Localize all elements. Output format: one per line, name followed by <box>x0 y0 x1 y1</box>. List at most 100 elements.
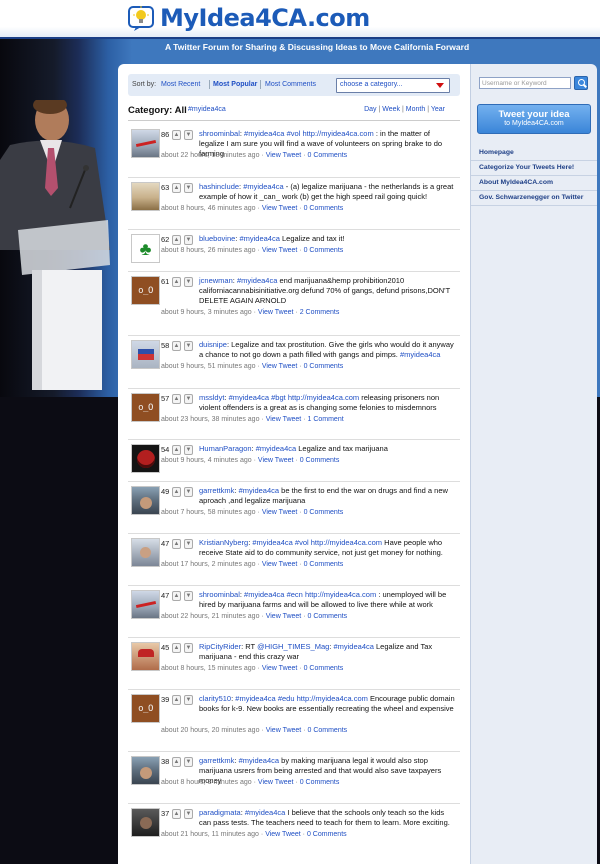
comments-link[interactable]: 0 Comments <box>307 613 347 620</box>
tweet-username[interactable]: clarity510 <box>199 694 231 703</box>
thumbs-down-icon[interactable]: ▼ <box>184 643 193 653</box>
user-avatar[interactable] <box>131 590 160 619</box>
comments-link[interactable]: 2 Comments <box>300 309 340 316</box>
thumbs-down-icon[interactable]: ▼ <box>184 539 193 549</box>
tweet-username[interactable]: hashinclude <box>199 182 239 191</box>
view-tweet-link[interactable]: View Tweet <box>258 457 294 464</box>
tweet-username[interactable]: jcnewman <box>199 276 233 285</box>
sidebar-link-homepage[interactable]: Homepage <box>471 146 597 161</box>
period-week[interactable]: Week <box>382 106 400 113</box>
thumbs-up-icon[interactable]: ▲ <box>172 809 181 819</box>
view-tweet-link[interactable]: View Tweet <box>258 779 294 786</box>
view-tweet-link[interactable]: View Tweet <box>262 205 298 212</box>
user-avatar[interactable] <box>131 538 160 567</box>
search-input[interactable]: Username or Keyword <box>479 77 571 89</box>
search-button[interactable] <box>574 76 588 90</box>
user-avatar[interactable] <box>131 340 160 369</box>
tweet-username[interactable]: HumanParagon <box>199 444 252 453</box>
view-tweet-link[interactable]: View Tweet <box>262 509 298 516</box>
tweet-username[interactable]: duisnipe <box>199 340 227 349</box>
thumbs-down-icon[interactable]: ▼ <box>184 277 193 287</box>
comments-link[interactable]: 1 Comment <box>307 416 343 423</box>
view-tweet-link[interactable]: View Tweet <box>266 613 302 620</box>
thumbs-up-icon[interactable]: ▲ <box>172 695 181 705</box>
user-avatar[interactable]: ♣ <box>131 234 160 263</box>
thumbs-up-icon[interactable]: ▲ <box>172 394 181 404</box>
thumbs-up-icon[interactable]: ▲ <box>172 445 181 455</box>
user-avatar[interactable] <box>131 756 160 785</box>
tweet-username[interactable]: paradigmata <box>199 808 241 817</box>
thumbs-down-icon[interactable]: ▼ <box>184 445 193 455</box>
thumbs-down-icon[interactable]: ▼ <box>184 235 193 245</box>
user-avatar[interactable]: o_O <box>131 393 160 422</box>
comments-link[interactable]: 0 Comments <box>300 779 340 786</box>
sort-most-popular[interactable]: Most Popular <box>213 81 257 88</box>
view-tweet-link[interactable]: View Tweet <box>262 363 298 370</box>
user-avatar[interactable] <box>131 444 160 473</box>
thumbs-up-icon[interactable]: ▲ <box>172 757 181 767</box>
comments-link[interactable]: 0 Comments <box>307 727 347 734</box>
thumbs-up-icon[interactable]: ▲ <box>172 591 181 601</box>
user-avatar[interactable] <box>131 182 160 211</box>
tweet-username[interactable]: KristianNyberg <box>199 538 248 547</box>
user-avatar[interactable] <box>131 642 160 671</box>
comments-link[interactable]: 0 Comments <box>304 247 344 254</box>
view-tweet-link[interactable]: View Tweet <box>266 152 302 159</box>
thumbs-down-icon[interactable]: ▼ <box>184 695 193 705</box>
comments-link[interactable]: 0 Comments <box>304 665 344 672</box>
view-tweet-link[interactable]: View Tweet <box>262 561 298 568</box>
view-tweet-link[interactable]: View Tweet <box>258 309 294 316</box>
category-select[interactable]: choose a category... <box>336 78 450 93</box>
comments-link[interactable]: 0 Comments <box>307 831 347 838</box>
sidebar-link-about[interactable]: About MyIdea4CA.com <box>471 176 597 191</box>
thumbs-down-icon[interactable]: ▼ <box>184 809 193 819</box>
category-tag[interactable]: #myidea4ca <box>188 106 226 113</box>
user-avatar[interactable]: o_O <box>131 276 160 305</box>
user-avatar[interactable] <box>131 808 160 837</box>
tweet-username[interactable]: shroominbal <box>199 129 240 138</box>
user-avatar[interactable] <box>131 129 160 158</box>
period-year[interactable]: Year <box>431 106 445 113</box>
comments-link[interactable]: 0 Comments <box>304 363 344 370</box>
comments-link[interactable]: 0 Comments <box>307 152 347 159</box>
thumbs-down-icon[interactable]: ▼ <box>184 757 193 767</box>
comments-link[interactable]: 0 Comments <box>304 561 344 568</box>
thumbs-down-icon[interactable]: ▼ <box>184 591 193 601</box>
thumbs-up-icon[interactable]: ▲ <box>172 487 181 497</box>
period-day[interactable]: Day <box>364 106 376 113</box>
view-tweet-link[interactable]: View Tweet <box>265 831 301 838</box>
thumbs-up-icon[interactable]: ▲ <box>172 277 181 287</box>
tweet-username[interactable]: shroominbal <box>199 590 240 599</box>
sort-most-comments[interactable]: Most Comments <box>265 81 316 88</box>
user-avatar[interactable] <box>131 486 160 515</box>
tweet-username[interactable]: garrettkmk <box>199 756 234 765</box>
comments-link[interactable]: 0 Comments <box>304 509 344 516</box>
user-avatar[interactable]: o_O <box>131 694 160 723</box>
thumbs-up-icon[interactable]: ▲ <box>172 183 181 193</box>
thumbs-up-icon[interactable]: ▲ <box>172 643 181 653</box>
thumbs-down-icon[interactable]: ▼ <box>184 183 193 193</box>
sidebar-link-governor-twitter[interactable]: Gov. Schwarzenegger on Twitter <box>471 191 597 206</box>
comments-link[interactable]: 0 Comments <box>304 205 344 212</box>
thumbs-up-icon[interactable]: ▲ <box>172 539 181 549</box>
period-month[interactable]: Month <box>406 106 425 113</box>
tweet-username[interactable]: RipCityRider <box>199 642 241 651</box>
tweet-your-idea-button[interactable]: Tweet your idea to MyIdea4CA.com <box>477 104 591 134</box>
thumbs-up-icon[interactable]: ▲ <box>172 130 181 140</box>
thumbs-down-icon[interactable]: ▼ <box>184 130 193 140</box>
view-tweet-link[interactable]: View Tweet <box>266 416 302 423</box>
view-tweet-link[interactable]: View Tweet <box>262 665 298 672</box>
comments-link[interactable]: 0 Comments <box>300 457 340 464</box>
sort-most-recent[interactable]: Most Recent <box>161 81 200 88</box>
site-logo[interactable]: MyIdea4CA.com <box>128 3 370 33</box>
thumbs-up-icon[interactable]: ▲ <box>172 341 181 351</box>
sidebar-link-categorize[interactable]: Categorize Your Tweets Here! <box>471 161 597 176</box>
tweet-username[interactable]: garrettkmk <box>199 486 234 495</box>
thumbs-up-icon[interactable]: ▲ <box>172 235 181 245</box>
thumbs-down-icon[interactable]: ▼ <box>184 341 193 351</box>
thumbs-down-icon[interactable]: ▼ <box>184 487 193 497</box>
tweet-username[interactable]: mssldyt <box>199 393 224 402</box>
view-tweet-link[interactable]: View Tweet <box>266 727 302 734</box>
tweet-username[interactable]: bluebovine <box>199 234 235 243</box>
view-tweet-link[interactable]: View Tweet <box>262 247 298 254</box>
